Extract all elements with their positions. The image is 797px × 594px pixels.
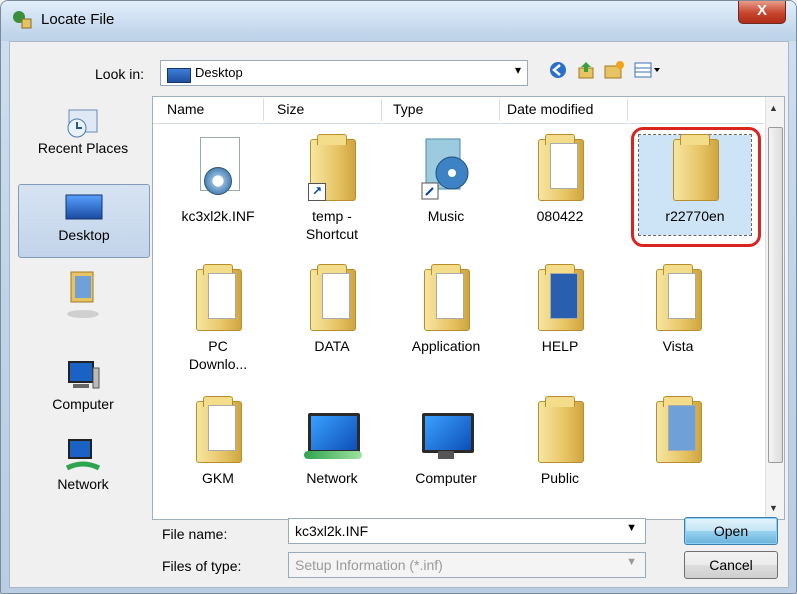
place-desktop[interactable]: Desktop <box>18 184 150 258</box>
folder-icon <box>530 396 590 465</box>
folder-icon <box>416 264 476 333</box>
file-type-value: Setup Information (*.inf) <box>295 557 443 573</box>
folder-item[interactable]: HELP <box>505 264 615 355</box>
folder-icon <box>188 264 248 333</box>
scrollbar-thumb[interactable] <box>768 127 783 463</box>
folder-item[interactable]: Public <box>505 396 615 487</box>
folder-item[interactable]: PC Downlo... <box>163 264 273 373</box>
window-title: Locate File <box>41 11 115 28</box>
computer-icon <box>68 361 100 389</box>
scroll-down-icon[interactable]: ▼ <box>769 503 778 513</box>
music-item[interactable]: Music <box>391 135 501 225</box>
item-label: Application <box>411 338 481 354</box>
title-bar[interactable]: Locate File X <box>1 1 796 41</box>
item-label: Computer <box>415 470 477 486</box>
item-label: Vista <box>662 338 694 354</box>
setup-file-icon <box>188 135 248 203</box>
folder-shortcut-icon: ↗ <box>302 134 362 203</box>
item-label: HELP <box>541 338 579 354</box>
folder-item[interactable]: DATA <box>277 264 387 355</box>
folder-icon <box>648 264 708 333</box>
column-divider[interactable] <box>263 99 264 121</box>
item-label: temp - Shortcut <box>305 208 359 242</box>
place-recent-places[interactable]: Recent Places <box>18 106 148 176</box>
scroll-up-icon[interactable]: ▲ <box>769 103 778 113</box>
folder-item[interactable]: GKM <box>163 396 273 487</box>
column-header-name[interactable]: Name <box>167 101 204 117</box>
item-label: DATA <box>314 338 350 354</box>
network-icon <box>65 439 101 471</box>
file-type-dropdown[interactable]: Setup Information (*.inf) ▼ <box>288 552 646 578</box>
new-folder-icon[interactable] <box>602 60 626 84</box>
back-arrow-icon[interactable] <box>546 60 570 84</box>
item-label: kc3xl2k.INF <box>181 208 255 224</box>
app-icon <box>13 11 32 29</box>
place-network[interactable]: Network <box>18 436 148 508</box>
chevron-down-icon: ▼ <box>626 556 637 568</box>
desktop-icon <box>65 194 103 220</box>
up-folder-icon[interactable] <box>574 60 598 84</box>
chevron-down-icon: ▾ <box>514 63 521 77</box>
user-folder-item[interactable] <box>623 396 733 469</box>
vertical-scrollbar[interactable]: ▲ ▼ <box>765 97 784 519</box>
user-folder-icon <box>648 396 708 465</box>
column-header-size[interactable]: Size <box>277 101 304 117</box>
look-in-value: Desktop <box>195 65 243 80</box>
file-list[interactable]: Name Size Type Date modified kc3xl2k.INF… <box>152 96 785 520</box>
item-label: 080422 <box>536 208 584 224</box>
close-button[interactable]: X <box>738 1 786 24</box>
look-in-label: Look in: <box>95 66 145 82</box>
locate-file-dialog: Locate File X Look in: Desktop ▾ Recent … <box>0 0 797 594</box>
item-label: PC Downlo... <box>188 338 248 372</box>
views-menu-icon[interactable] <box>632 60 662 84</box>
look-in-dropdown[interactable]: Desktop ▾ <box>160 60 528 86</box>
highlight-ring <box>631 127 761 247</box>
item-label: GKM <box>202 470 234 486</box>
desktop-icon <box>167 68 191 83</box>
user-folder-icon <box>67 271 99 318</box>
cancel-button[interactable]: Cancel <box>684 551 778 579</box>
file-name-combo[interactable]: kc3xl2k.INF ▼ <box>288 518 646 544</box>
item-label: Public <box>540 470 580 486</box>
item-label: Music <box>427 208 465 224</box>
column-divider[interactable] <box>499 99 500 121</box>
column-header-type[interactable]: Type <box>393 101 423 117</box>
column-header-date-modified[interactable]: Date modified <box>507 101 593 117</box>
folder-icon <box>188 396 248 465</box>
item-label: Network <box>306 470 358 486</box>
file-type-label: Files of type: <box>162 558 242 574</box>
music-shortcut-icon <box>416 135 476 203</box>
column-headers: Name Size Type Date modified <box>153 97 764 124</box>
network-icon <box>302 397 362 465</box>
folder-item[interactable]: 080422 <box>505 134 615 225</box>
place-computer[interactable]: Computer <box>18 356 148 428</box>
places-bar: Recent Places Desktop Computer Network <box>18 96 150 518</box>
chevron-down-icon[interactable]: ▼ <box>626 522 637 534</box>
open-button[interactable]: Open <box>684 517 778 545</box>
file-name-value: kc3xl2k.INF <box>295 523 369 539</box>
place-label: Desktop <box>58 227 110 243</box>
place-user-folder[interactable] <box>18 266 148 336</box>
folder-item[interactable]: Application <box>391 264 501 355</box>
file-name-label: File name: <box>162 526 228 542</box>
folder-item[interactable]: Vista <box>623 264 733 355</box>
place-label: Network <box>57 476 109 492</box>
place-label: Computer <box>52 396 114 412</box>
column-divider[interactable] <box>381 99 382 121</box>
dialog-body: Look in: Desktop ▾ Recent Places Desktop… <box>9 41 789 588</box>
column-divider[interactable] <box>627 99 628 121</box>
file-item[interactable]: kc3xl2k.INF <box>163 135 273 225</box>
place-label: Recent Places <box>37 140 129 156</box>
computer-icon <box>416 397 476 465</box>
folder-icon <box>530 134 590 203</box>
folder-item[interactable]: ↗ temp - Shortcut <box>277 134 387 243</box>
network-item[interactable]: Network <box>277 397 387 487</box>
computer-item[interactable]: Computer <box>391 397 501 487</box>
recent-places-icon <box>67 109 98 138</box>
folder-icon <box>530 264 590 333</box>
folder-icon <box>302 264 362 333</box>
